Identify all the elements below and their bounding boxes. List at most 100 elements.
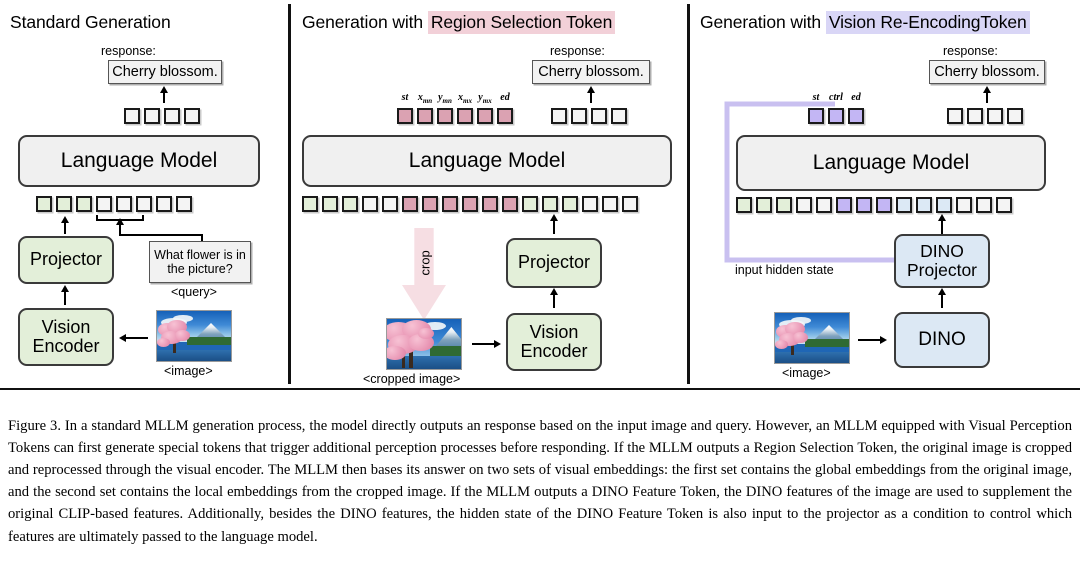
output-token-mid-2 — [591, 108, 607, 124]
special-token-label-mid-1: xmn — [417, 92, 433, 105]
input-token-mid-10 — [502, 196, 518, 212]
input-token-mid-7 — [442, 196, 458, 212]
response-box-left: Cherry blossom. — [108, 60, 222, 84]
input-token-left-2 — [76, 196, 92, 212]
language-model-label-mid: Language Model — [408, 148, 566, 172]
input-token-left-3 — [96, 196, 112, 212]
special-token-mid-4 — [477, 108, 493, 124]
query-text-left: What flower is in the picture? — [154, 248, 246, 276]
panel-title-region: Generation with Region Selection Token — [302, 11, 616, 34]
language-model-box-left: Language Model — [18, 135, 260, 187]
input-image-thumbnail-left — [156, 310, 232, 362]
input-token-mid-2 — [342, 196, 358, 212]
input-token-left-5 — [136, 196, 152, 212]
output-token-mid-1 — [571, 108, 587, 124]
panel-title-prefix-region: Generation with — [302, 12, 428, 32]
input-token-left-6 — [156, 196, 172, 212]
input-token-left-0 — [36, 196, 52, 212]
projector-box-left: Projector — [18, 236, 114, 284]
arrow-projector-to-tokens-mid — [550, 214, 558, 234]
output-token-left-2 — [164, 108, 180, 124]
output-token-left-0 — [124, 108, 140, 124]
output-token-mid-0 — [551, 108, 567, 124]
input-image-thumbnail-right — [774, 312, 850, 364]
input-token-mid-8 — [462, 196, 478, 212]
output-token-row-mid — [551, 108, 627, 124]
input-token-mid-15 — [602, 196, 618, 212]
special-token-label-mid-4: ymx — [478, 92, 492, 105]
dino-label-right: DINO — [918, 328, 966, 350]
panel-vision-re-encoding: Generation with Vision Re-EncodingToken … — [690, 0, 1080, 392]
dino-projector-label-right: DINO Projector — [906, 241, 978, 280]
special-token-label-mid-3: xmx — [458, 92, 472, 105]
projector-label-left: Projector — [29, 249, 103, 270]
arrow-dinoprojector-to-tokens-right — [938, 214, 946, 234]
panel-standard-generation: Standard Generation response: Cherry blo… — [0, 0, 289, 392]
vision-encoder-label-mid: Vision Encoder — [520, 321, 588, 361]
response-box-mid: Cherry blossom. — [532, 60, 650, 84]
panel-title-standard: Standard Generation — [10, 12, 171, 33]
output-token-left-3 — [184, 108, 200, 124]
special-token-mid-2 — [437, 108, 453, 124]
panel-region-selection: Generation with Region Selection Token r… — [292, 0, 687, 392]
query-box-left: What flower is in the picture? — [149, 241, 251, 283]
special-token-label-mid-0: st — [401, 92, 409, 103]
special-token-mid-1 — [417, 108, 433, 124]
input-token-mid-14 — [582, 196, 598, 212]
figure-diagram: Standard Generation response: Cherry blo… — [0, 0, 1080, 392]
image-caption-right: <image> — [782, 366, 831, 380]
arrow-projector-to-tokens-left — [61, 216, 69, 234]
arrow-encoder-to-projector-mid — [550, 288, 558, 308]
special-token-labels-mid: st xmn ymn xmx ymx ed — [397, 92, 517, 105]
special-token-label-mid-2: ymn — [438, 92, 452, 105]
language-model-label-left: Language Model — [60, 148, 218, 172]
vision-encoder-label-left: Vision Encoder — [32, 316, 100, 356]
response-text-mid: Cherry blossom. — [538, 64, 644, 80]
response-text-left: Cherry blossom. — [112, 64, 218, 80]
input-token-mid-5 — [402, 196, 418, 212]
query-caption-left: <query> — [171, 285, 217, 299]
arrow-tokens-to-response-mid — [587, 86, 595, 103]
dino-box-right: DINO — [894, 312, 990, 368]
arrow-image-to-dino-right — [858, 336, 887, 344]
input-token-left-7 — [176, 196, 192, 212]
input-token-mid-9 — [482, 196, 498, 212]
vision-encoder-box-mid: Vision Encoder — [506, 313, 602, 371]
query-line-h-left — [119, 234, 203, 236]
panel-title-text: Standard Generation — [10, 12, 171, 32]
input-token-left-4 — [116, 196, 132, 212]
arrow-tokens-to-response-left — [160, 86, 168, 103]
special-token-mid-3 — [457, 108, 473, 124]
arrow-cropped-to-encoder-mid — [472, 340, 501, 348]
panel-title-highlight-region: Region Selection Token — [427, 11, 616, 34]
loop-label-right: input hidden state — [735, 263, 834, 277]
arrow-image-to-encoder-left — [119, 334, 148, 342]
projector-label-mid: Projector — [517, 252, 591, 273]
image-caption-left: <image> — [164, 364, 213, 378]
cropped-image-thumbnail-mid — [386, 318, 462, 370]
bracket-tick-b-left — [142, 215, 144, 221]
special-token-row-mid — [397, 108, 513, 124]
dino-projector-box-right: DINO Projector — [894, 234, 990, 288]
language-model-box-mid: Language Model — [302, 135, 672, 187]
input-token-mid-1 — [322, 196, 338, 212]
response-label-left: response: — [101, 44, 156, 58]
input-token-mid-6 — [422, 196, 438, 212]
output-token-left-1 — [144, 108, 160, 124]
figure-caption: Figure 3. In a standard MLLM generation … — [8, 417, 1072, 545]
crop-label: crop — [417, 250, 433, 276]
arrow-encoder-to-projector-left — [61, 285, 69, 305]
input-token-mid-12 — [542, 196, 558, 212]
input-token-mid-16 — [622, 196, 638, 212]
cropped-image-caption-mid: <cropped image> — [363, 372, 461, 386]
output-token-mid-3 — [611, 108, 627, 124]
arrow-dino-to-projector-right — [938, 288, 946, 308]
bracket-tick-a-left — [96, 215, 98, 221]
input-token-mid-13 — [562, 196, 578, 212]
response-label-mid: response: — [550, 44, 605, 58]
input-token-mid-4 — [382, 196, 398, 212]
input-token-left-1 — [56, 196, 72, 212]
output-token-row-left — [124, 108, 200, 124]
special-token-mid-5 — [497, 108, 513, 124]
input-token-row-left — [36, 196, 192, 212]
